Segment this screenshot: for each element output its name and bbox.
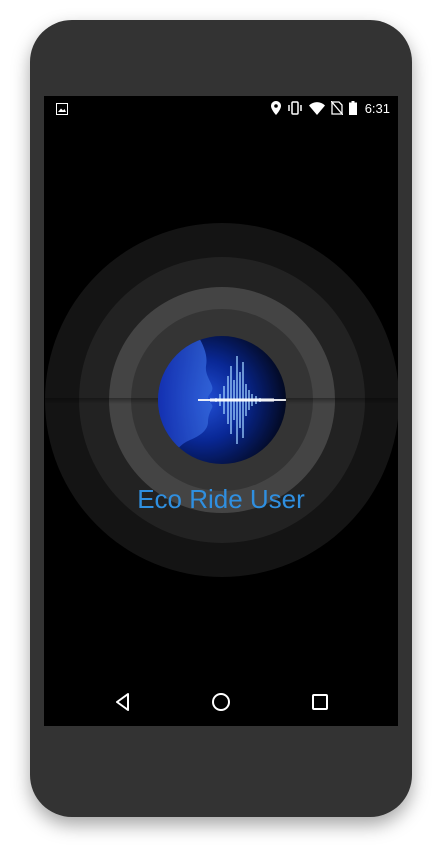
- back-button[interactable]: [111, 690, 135, 714]
- home-button[interactable]: [209, 690, 233, 714]
- navigation-bar: [44, 678, 398, 726]
- recents-square-icon: [312, 694, 328, 710]
- voice-wave-logo: [158, 336, 286, 464]
- home-circle-icon: [212, 693, 230, 711]
- phone-screen: 6:31 Eco Ride User: [44, 96, 398, 726]
- recents-button[interactable]: [308, 690, 332, 714]
- back-triangle-icon: [116, 693, 129, 711]
- app-name-title: Eco Ride User: [137, 484, 305, 514]
